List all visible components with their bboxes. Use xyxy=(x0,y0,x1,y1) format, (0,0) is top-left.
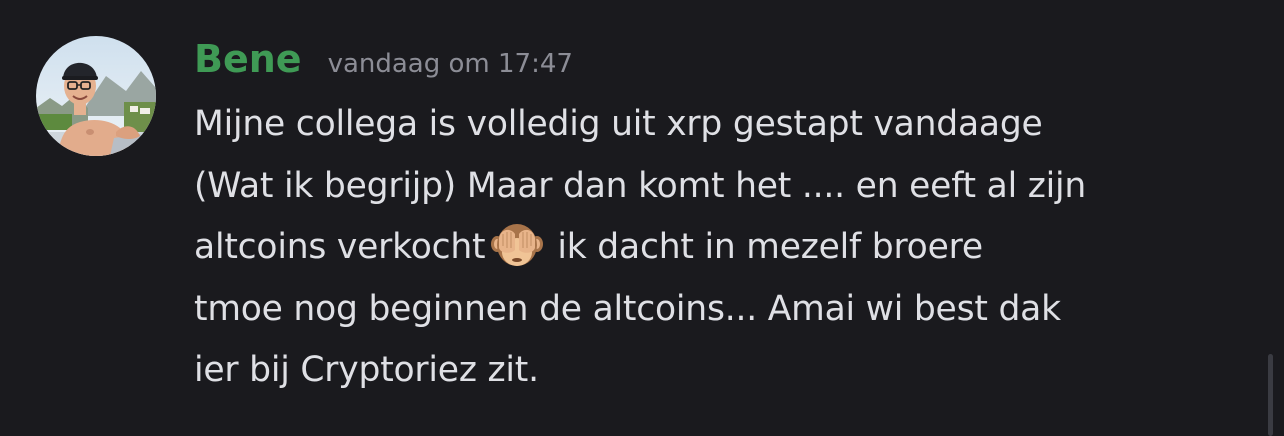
message-line: ier bij Cryptoriez zit. xyxy=(194,350,539,390)
message-text: altcoins verkocht xyxy=(194,227,486,267)
message-line: tmoe nog beginnen de altcoins... Amai wi… xyxy=(194,288,1061,329)
message-line: (Wat ik begrijp) Maar dan komt het .... … xyxy=(194,165,1087,206)
timestamp[interactable]: vandaag om 17:47 xyxy=(328,49,573,79)
message-header: Bene vandaag om 17:47 xyxy=(194,34,573,84)
user-avatar[interactable] xyxy=(36,36,156,156)
chat-message: Bene vandaag om 17:47 Mijne collega is v… xyxy=(0,0,1284,436)
message-line: Mijne collega is volledig uit xrp gestap… xyxy=(194,104,1043,144)
avatar-photo-icon xyxy=(36,36,156,156)
message-line: altcoins verkocht ik dacht in mezelf broe… xyxy=(194,217,1269,279)
scrollbar-thumb[interactable] xyxy=(1268,354,1273,436)
message-text: ik dacht in mezelf broere xyxy=(557,227,983,267)
username[interactable]: Bene xyxy=(194,34,302,84)
message-content: Mijne collega is volledig uit xrp gestap… xyxy=(194,94,1269,402)
